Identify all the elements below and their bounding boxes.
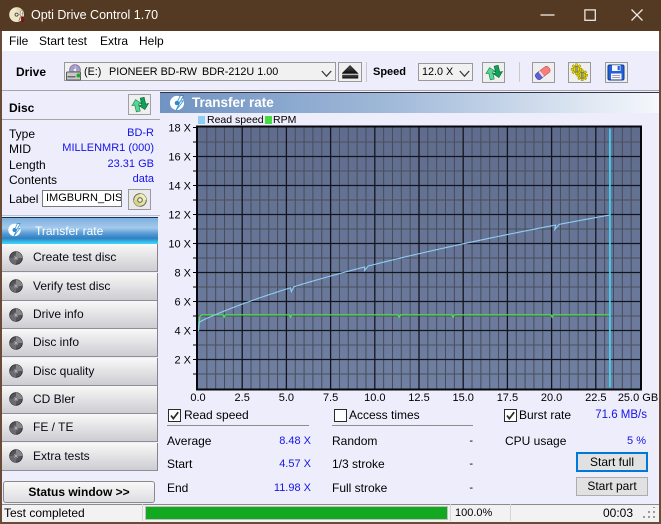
svg-text:2.5: 2.5 (235, 392, 250, 404)
svg-text:5.0: 5.0 (279, 392, 294, 404)
svg-text:25.0 GB: 25.0 GB (618, 392, 658, 404)
svg-text:20.0: 20.0 (541, 392, 562, 404)
svg-text:18 X: 18 X (168, 123, 191, 135)
svg-text:7.5: 7.5 (323, 392, 338, 404)
svg-text:4 X: 4 X (174, 326, 191, 338)
svg-text:15.0: 15.0 (452, 392, 473, 404)
svg-text:10 X: 10 X (168, 239, 191, 251)
svg-text:22.5: 22.5 (585, 392, 606, 404)
svg-text:0.0: 0.0 (190, 392, 205, 404)
svg-text:12 X: 12 X (168, 210, 191, 222)
svg-text:12.5: 12.5 (408, 392, 429, 404)
svg-text:14 X: 14 X (168, 181, 191, 193)
svg-text:2 X: 2 X (174, 355, 191, 367)
svg-text:16 X: 16 X (168, 152, 191, 164)
svg-text:10.0: 10.0 (364, 392, 385, 404)
svg-text:8 X: 8 X (174, 268, 191, 280)
svg-text:17.5: 17.5 (497, 392, 518, 404)
svg-text:6 X: 6 X (174, 297, 191, 309)
